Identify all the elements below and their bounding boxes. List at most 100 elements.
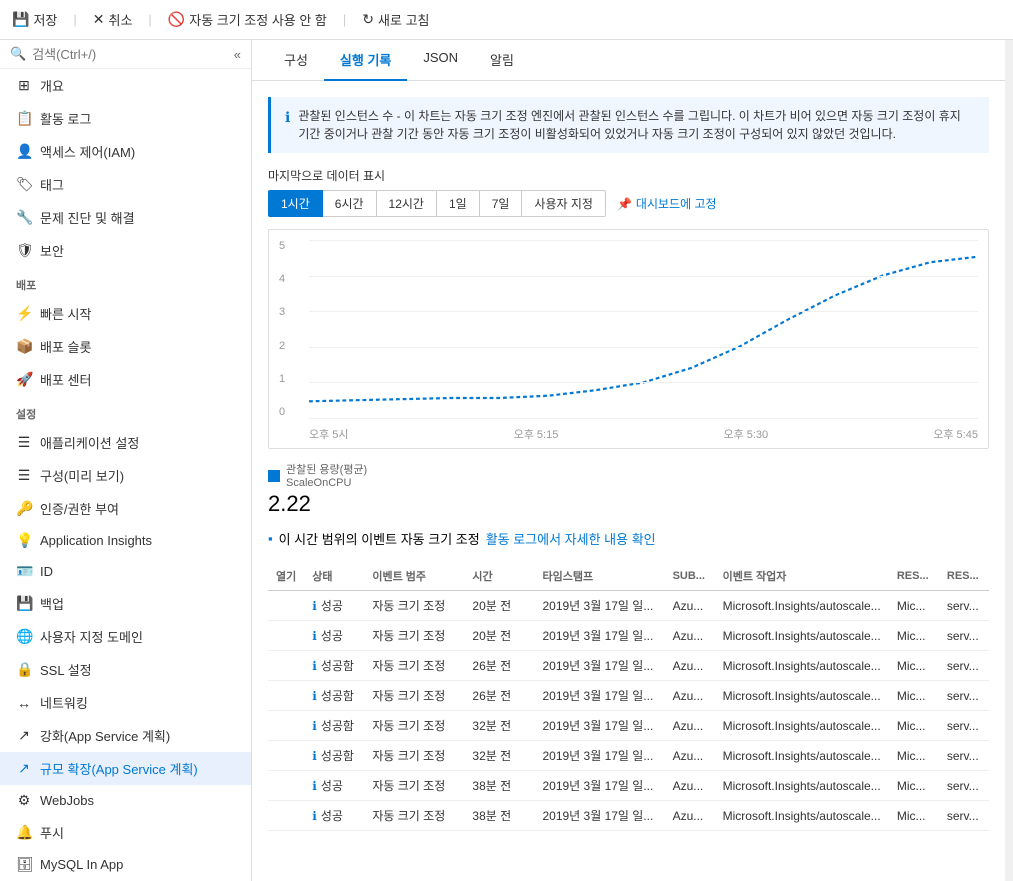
refresh-button[interactable]: ↻ 새로 고침 bbox=[362, 10, 429, 29]
table-row[interactable]: ℹ성공 자동 크기 조정 38분 전 2019년 3월 17일 일... Azu… bbox=[268, 801, 989, 831]
time-btn-7d[interactable]: 7일 bbox=[479, 190, 523, 217]
sidebar-item-iam[interactable]: 👤 액세스 제어(IAM) bbox=[0, 135, 251, 168]
sidebar-item-backup[interactable]: 💾 백업 bbox=[0, 587, 251, 620]
time-btn-6h[interactable]: 6시간 bbox=[322, 190, 377, 217]
cell-status-3: ℹ성공함 bbox=[304, 681, 364, 711]
tab-alerts[interactable]: 알림 bbox=[474, 40, 530, 81]
sidebar-item-deploy-slots[interactable]: 📦 배포 슬롯 bbox=[0, 330, 251, 363]
sidebar-item-custom-domain[interactable]: 🌐 사용자 지정 도메인 bbox=[0, 620, 251, 653]
cell-open-5 bbox=[268, 741, 304, 771]
cell-category-7: 자동 크기 조정 bbox=[364, 801, 464, 831]
col-header-status: 상태 bbox=[304, 562, 364, 591]
sidebar-item-scale-out[interactable]: ↗ 규모 확장(App Service 계획) bbox=[0, 752, 251, 785]
col-header-sub: SUB... bbox=[665, 562, 715, 591]
status-icon-3: ℹ bbox=[312, 689, 317, 703]
cell-time-3: 26분 전 bbox=[464, 681, 534, 711]
cell-resource-2: Microsoft.Insights/autoscale... bbox=[715, 651, 889, 681]
cell-time-7: 38분 전 bbox=[464, 801, 534, 831]
time-btn-12h[interactable]: 12시간 bbox=[376, 190, 437, 217]
cell-res2-5: serv... bbox=[939, 741, 989, 771]
x-label-1: 오후 5:15 bbox=[514, 426, 559, 442]
cell-timestamp-4: 2019년 3월 17일 일... bbox=[534, 711, 664, 741]
tab-json[interactable]: JSON bbox=[407, 40, 474, 81]
cell-sub-6: Azu... bbox=[665, 771, 715, 801]
table-row[interactable]: ℹ성공함 자동 크기 조정 32분 전 2019년 3월 17일 일... Az… bbox=[268, 711, 989, 741]
time-btn-1h[interactable]: 1시간 bbox=[268, 190, 323, 217]
x-label-3: 오후 5:45 bbox=[933, 426, 978, 442]
search-input[interactable] bbox=[32, 47, 228, 62]
cell-res2-2: serv... bbox=[939, 651, 989, 681]
custom-domain-icon: 🌐 bbox=[16, 628, 32, 645]
sidebar-item-overview[interactable]: ⊞ 개요 bbox=[0, 69, 251, 102]
cell-timestamp-1: 2019년 3월 17일 일... bbox=[534, 621, 664, 651]
cancel-button[interactable]: ✕ 취소 bbox=[93, 10, 133, 29]
sidebar-item-app-settings[interactable]: ☰ 애플리케이션 설정 bbox=[0, 426, 251, 459]
sidebar-item-mysql[interactable]: 🗄 MySQL In App bbox=[0, 849, 251, 880]
table-row[interactable]: ℹ성공 자동 크기 조정 20분 전 2019년 3월 17일 일... Azu… bbox=[268, 591, 989, 621]
tabs-bar: 구성 실행 기록 JSON 알림 bbox=[252, 40, 1005, 81]
info-box: ℹ 관찰된 인스턴스 수 - 이 차트는 자동 크기 조정 엔진에서 관찰된 인… bbox=[268, 97, 989, 153]
cell-timestamp-3: 2019년 3월 17일 일... bbox=[534, 681, 664, 711]
cell-time-5: 32분 전 bbox=[464, 741, 534, 771]
autoscale-button[interactable]: 🚫 자동 크기 조정 사용 안 함 bbox=[168, 10, 327, 29]
dashboard-pin-button[interactable]: 📌 대시보드에 고정 bbox=[617, 195, 717, 212]
y-label-3: 3 bbox=[279, 306, 285, 318]
cell-category-3: 자동 크기 조정 bbox=[364, 681, 464, 711]
activity-link-icon: ▪ bbox=[268, 531, 273, 546]
sidebar-item-id[interactable]: 🪪 ID bbox=[0, 556, 251, 587]
table-row[interactable]: ℹ성공함 자동 크기 조정 32분 전 2019년 3월 17일 일... Az… bbox=[268, 741, 989, 771]
table-row[interactable]: ℹ성공함 자동 크기 조정 26분 전 2019년 3월 17일 일... Az… bbox=[268, 651, 989, 681]
status-icon-1: ℹ bbox=[312, 629, 317, 643]
right-scrollbar[interactable] bbox=[1005, 40, 1013, 881]
status-icon-5: ℹ bbox=[312, 749, 317, 763]
sep2: | bbox=[148, 12, 151, 27]
events-table: 열기 상태 이벤트 범주 시간 타임스탬프 SUB... 이벤트 작업자 RES… bbox=[268, 562, 989, 831]
cell-open-6 bbox=[268, 771, 304, 801]
cell-time-4: 32분 전 bbox=[464, 711, 534, 741]
scale-up-icon: ↗ bbox=[16, 727, 32, 744]
table-row[interactable]: ℹ성공 자동 크기 조정 38분 전 2019년 3월 17일 일... Azu… bbox=[268, 771, 989, 801]
activity-log-link[interactable]: 활동 로그에서 자세한 내용 확인 bbox=[486, 529, 656, 548]
sidebar-item-scale-up[interactable]: ↗ 강화(App Service 계획) bbox=[0, 719, 251, 752]
grid-line-0 bbox=[309, 418, 978, 419]
sidebar-item-networking[interactable]: ↔ 네트워킹 bbox=[0, 686, 251, 719]
cell-resource-5: Microsoft.Insights/autoscale... bbox=[715, 741, 889, 771]
sidebar-item-activity-log[interactable]: 📋 활동 로그 bbox=[0, 102, 251, 135]
col-header-res1: RES... bbox=[889, 562, 939, 591]
cell-timestamp-6: 2019년 3월 17일 일... bbox=[534, 771, 664, 801]
time-btn-custom[interactable]: 사용자 지정 bbox=[521, 190, 606, 217]
sidebar-item-auth[interactable]: 🔑 인증/권한 부여 bbox=[0, 492, 251, 525]
sidebar-item-ssl[interactable]: 🔒 SSL 설정 bbox=[0, 653, 251, 686]
tab-config[interactable]: 구성 bbox=[268, 40, 324, 81]
sidebar-item-webjobs[interactable]: ⚙ WebJobs bbox=[0, 785, 251, 816]
section-header-deploy: 배포 bbox=[0, 267, 251, 297]
time-btn-1d[interactable]: 1일 bbox=[436, 190, 480, 217]
backup-icon: 💾 bbox=[16, 595, 32, 612]
collapse-icon[interactable]: « bbox=[234, 47, 241, 62]
cell-res2-1: serv... bbox=[939, 621, 989, 651]
time-range-section: 마지막으로 데이터 표시 1시간 6시간 12시간 1일 7일 사용자 지정 📌… bbox=[268, 167, 989, 217]
tab-run-history[interactable]: 실행 기록 bbox=[324, 40, 407, 81]
cell-sub-5: Azu... bbox=[665, 741, 715, 771]
sidebar-item-quickstart[interactable]: ⚡ 빠른 시작 bbox=[0, 297, 251, 330]
sidebar-item-push[interactable]: 🔔 푸시 bbox=[0, 816, 251, 849]
tags-icon: 🏷 bbox=[16, 176, 32, 193]
time-range-label: 마지막으로 데이터 표시 bbox=[268, 167, 989, 184]
col-header-open: 열기 bbox=[268, 562, 304, 591]
table-row[interactable]: ℹ성공 자동 크기 조정 20분 전 2019년 3월 17일 일... Azu… bbox=[268, 621, 989, 651]
activity-log-icon: 📋 bbox=[16, 110, 32, 127]
sidebar-item-diagnose[interactable]: 🔧 문제 진단 및 해결 bbox=[0, 201, 251, 234]
cell-status-2: ℹ성공함 bbox=[304, 651, 364, 681]
cell-category-2: 자동 크기 조정 bbox=[364, 651, 464, 681]
grid-line-1 bbox=[309, 382, 978, 383]
cell-status-1: ℹ성공 bbox=[304, 621, 364, 651]
sidebar-item-deploy-center[interactable]: 🚀 배포 센터 bbox=[0, 363, 251, 396]
sidebar-item-tags[interactable]: 🏷 태그 bbox=[0, 168, 251, 201]
save-button[interactable]: 💾 저장 bbox=[12, 10, 57, 29]
table-row[interactable]: ℹ성공함 자동 크기 조정 26분 전 2019년 3월 17일 일... Az… bbox=[268, 681, 989, 711]
sidebar-item-security[interactable]: 🛡 보안 bbox=[0, 234, 251, 267]
col-header-time: 시간 bbox=[464, 562, 534, 591]
sidebar-item-app-insights[interactable]: 💡 Application Insights bbox=[0, 525, 251, 556]
y-label-0: 0 bbox=[279, 406, 285, 418]
sidebar-item-config-preview[interactable]: ☰ 구성(미리 보기) bbox=[0, 459, 251, 492]
